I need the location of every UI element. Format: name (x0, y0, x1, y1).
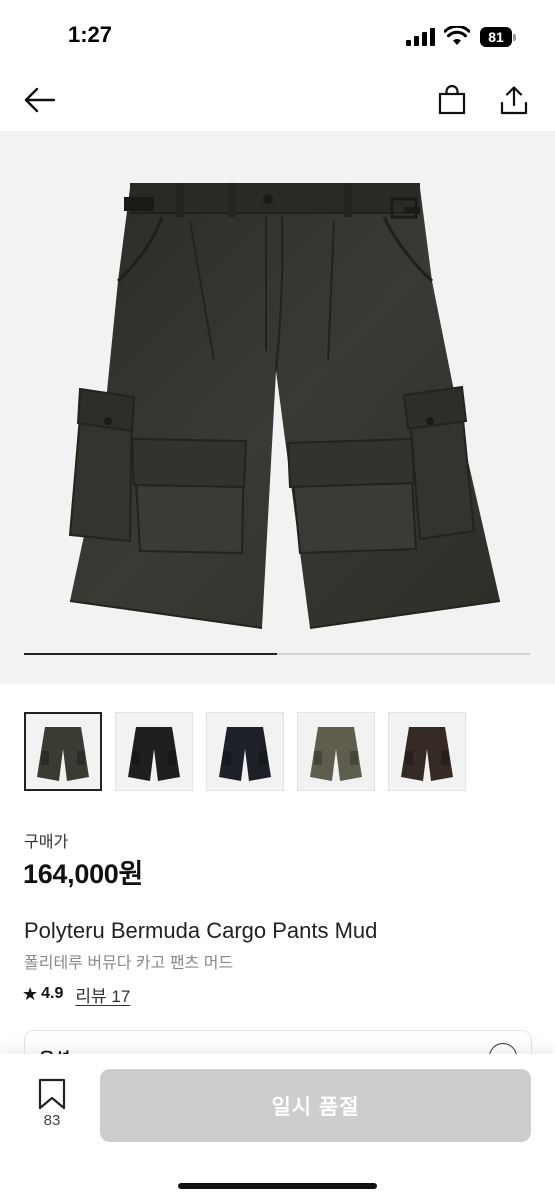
bookmark-icon (38, 1078, 66, 1110)
thumbnail-image (37, 726, 89, 781)
thumbnail-image (310, 726, 362, 781)
thumbnail-image (128, 726, 180, 781)
status-bar: 1:27 81 (0, 0, 555, 72)
rating-row: ★ 4.9 리뷰 17 (22, 982, 130, 1007)
price: 164,000원 (23, 859, 144, 889)
thumbnail-strip (24, 712, 544, 792)
rating-value: 4.9 (41, 985, 64, 1002)
bottom-action-bar: 83 일시 품절 (0, 1054, 555, 1200)
star-icon: ★ (22, 983, 39, 1004)
review-link[interactable]: 리뷰 17 (75, 982, 130, 1007)
thumbnail-1[interactable] (24, 712, 102, 791)
nav-bar (0, 72, 555, 130)
cart-button[interactable] (432, 80, 472, 120)
status-time: 1:27 (68, 22, 113, 47)
battery-icon: 81 (480, 27, 516, 47)
thumbnail-4[interactable] (297, 712, 375, 791)
wifi-icon (444, 26, 470, 45)
shopping-bag-icon (438, 85, 466, 115)
product-image (68, 183, 501, 629)
home-indicator (178, 1183, 377, 1189)
share-button[interactable] (494, 80, 534, 120)
thumbnail-image (401, 726, 453, 781)
wishlist-count: 83 (43, 1112, 61, 1129)
back-arrow-icon (24, 87, 56, 113)
product-name: Polyteru Bermuda Cargo Pants Mud (24, 918, 378, 943)
thumbnail-5[interactable] (388, 712, 466, 791)
product-name-korean: 폴리테루 버뮤다 카고 팬츠 머드 (24, 955, 234, 972)
back-button[interactable] (20, 80, 60, 120)
sold-out-button[interactable]: 일시 품절 (100, 1069, 531, 1142)
price-label: 구매가 (24, 834, 69, 851)
thumbnail-2[interactable] (115, 712, 193, 791)
cellular-signal-icon (406, 28, 436, 46)
gallery-progress-fill (24, 653, 277, 655)
share-icon (500, 86, 528, 115)
battery-level: 81 (480, 27, 512, 47)
thumbnail-3[interactable] (206, 712, 284, 791)
gallery-progress (24, 653, 530, 655)
thumbnail-image (219, 726, 271, 781)
product-image-gallery[interactable] (0, 131, 555, 684)
wishlist-button[interactable]: 83 (30, 1078, 76, 1134)
